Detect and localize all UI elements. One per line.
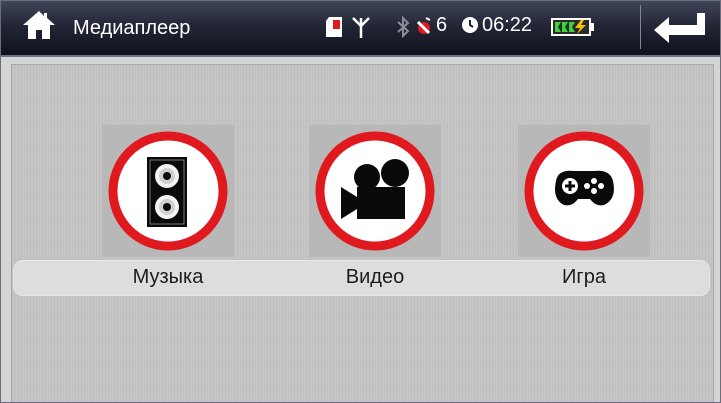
antenna-icon — [352, 17, 370, 38]
satellite-count: 6 — [436, 14, 448, 36]
page-title: Медиаплеер — [73, 17, 191, 39]
satellite-icon — [416, 17, 431, 35]
title-bar: Медиаплеер 6 06:22 — [1, 1, 720, 57]
app-window: Медиаплеер 6 06:22 Музыка Видео Игра — [0, 0, 721, 403]
battery-charging-icon — [551, 18, 594, 36]
gamepad-icon — [524, 131, 644, 251]
sd-card-icon — [326, 17, 342, 37]
music-tile[interactable] — [102, 125, 234, 257]
video-tile[interactable] — [309, 125, 441, 257]
clock-icon — [462, 17, 478, 33]
back-button[interactable] — [640, 5, 717, 49]
home-icon — [23, 11, 55, 39]
game-tile[interactable] — [518, 125, 650, 257]
speaker-icon — [108, 131, 228, 251]
home-button[interactable] — [21, 9, 57, 41]
bluetooth-icon — [397, 16, 410, 38]
video-label[interactable]: Видео — [295, 265, 455, 289]
clock-time: 06:22 — [482, 14, 533, 36]
music-label[interactable]: Музыка — [88, 265, 248, 289]
video-camera-icon — [315, 131, 435, 251]
game-label[interactable]: Игра — [504, 265, 664, 289]
back-arrow-icon — [654, 13, 705, 43]
